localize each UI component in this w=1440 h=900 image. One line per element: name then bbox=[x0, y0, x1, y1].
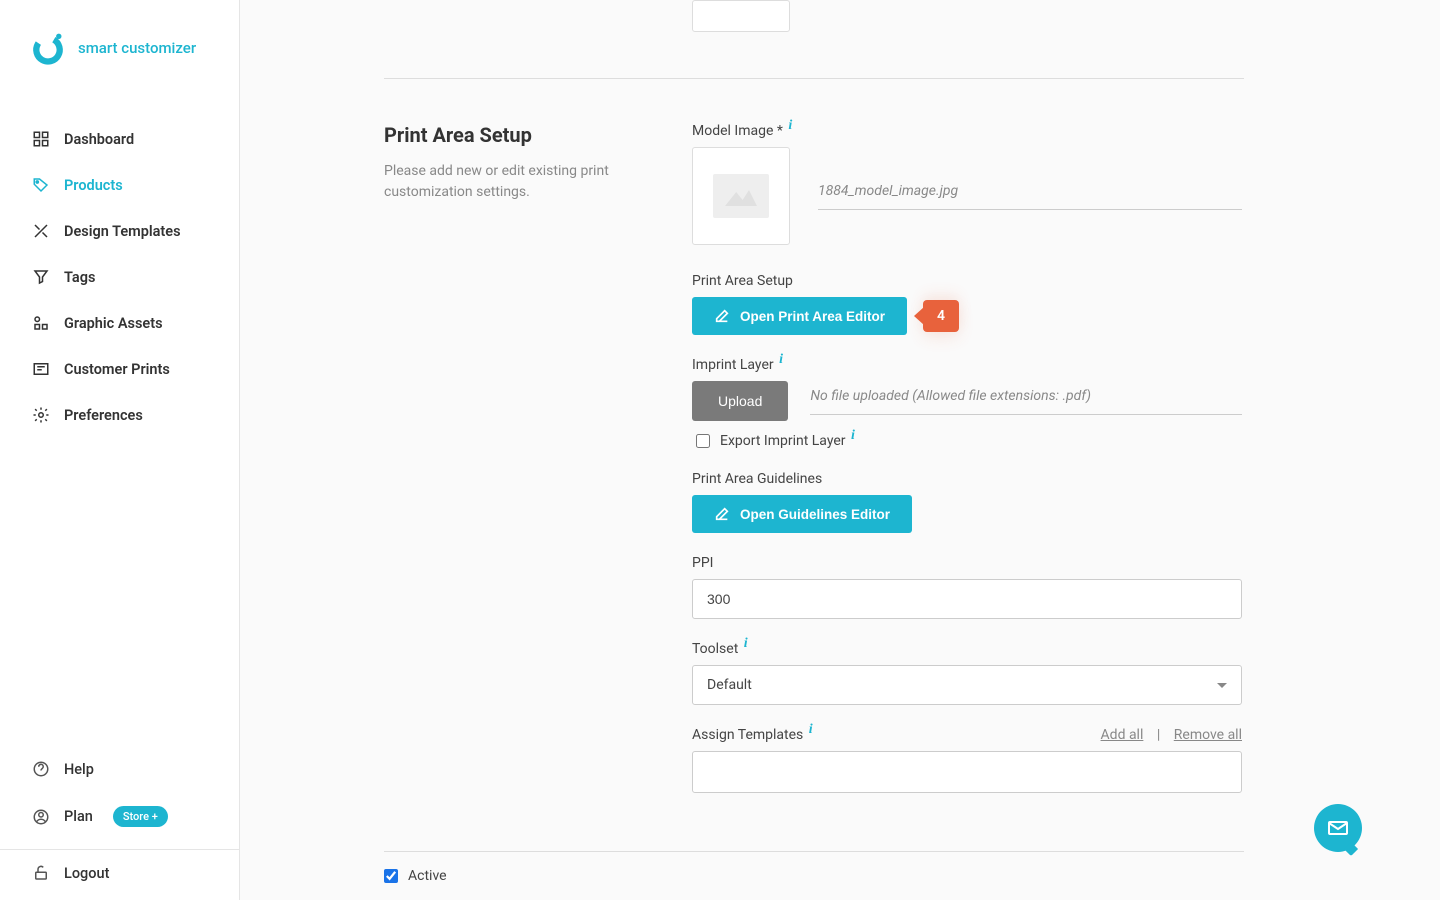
dashboard-icon bbox=[32, 130, 50, 148]
toolset-select[interactable]: Default bbox=[692, 665, 1242, 705]
info-icon[interactable]: i bbox=[779, 352, 783, 367]
imprint-layer-label: Imprint Layer i bbox=[692, 357, 1242, 373]
design-icon bbox=[32, 222, 50, 240]
sidebar-item-label: Help bbox=[64, 761, 94, 778]
main: Print Area Setup Please add new or edit … bbox=[240, 0, 1440, 900]
assign-templates-label: Assign Templates i bbox=[692, 727, 813, 743]
logo-area[interactable]: smart customizer bbox=[0, 0, 239, 96]
nav-main: Dashboard Products Design Templates Tags… bbox=[0, 96, 239, 746]
sidebar-item-customer-prints[interactable]: Customer Prints bbox=[0, 346, 239, 392]
funnel-icon bbox=[32, 268, 50, 286]
add-all-link[interactable]: Add all bbox=[1101, 727, 1144, 743]
ppi-input[interactable] bbox=[692, 579, 1242, 619]
open-guidelines-editor-button[interactable]: Open Guidelines Editor bbox=[692, 495, 912, 533]
sidebar-item-preferences[interactable]: Preferences bbox=[0, 392, 239, 438]
info-icon[interactable]: i bbox=[744, 636, 748, 651]
lock-icon bbox=[32, 864, 50, 882]
sidebar-item-label: Preferences bbox=[64, 407, 143, 424]
button-label: Open Guidelines Editor bbox=[740, 507, 890, 522]
model-image-filename: 1884_model_image.jpg bbox=[818, 183, 1242, 210]
chevron-down-icon bbox=[1217, 683, 1227, 688]
brand-logo-icon bbox=[30, 30, 66, 66]
button-label: Open Print Area Editor bbox=[740, 309, 885, 324]
export-imprint-checkbox[interactable] bbox=[696, 434, 710, 448]
info-icon[interactable]: i bbox=[809, 722, 813, 737]
sidebar-item-products[interactable]: Products bbox=[0, 162, 239, 208]
remove-all-link[interactable]: Remove all bbox=[1174, 727, 1242, 743]
info-icon[interactable]: i bbox=[851, 428, 855, 443]
templates-actions: Add all | Remove all bbox=[1101, 727, 1242, 743]
edit-icon bbox=[714, 308, 730, 324]
info-icon[interactable]: i bbox=[788, 118, 792, 133]
assign-templates-box[interactable] bbox=[692, 751, 1242, 793]
brand-name: smart customizer bbox=[78, 39, 196, 57]
plan-badge: Store + bbox=[113, 806, 168, 827]
model-image-label: Model Image * i bbox=[692, 123, 1242, 139]
ppi-label: PPI bbox=[692, 555, 1242, 571]
chat-support-button[interactable] bbox=[1314, 804, 1362, 852]
export-imprint-checkbox-row[interactable]: Export Imprint Layer i bbox=[696, 433, 1242, 449]
tag-icon bbox=[32, 176, 50, 194]
active-checkbox[interactable] bbox=[384, 869, 398, 883]
sidebar-item-label: Design Templates bbox=[64, 223, 181, 240]
sidebar-item-help[interactable]: Help bbox=[0, 746, 239, 792]
checkbox-label: Active bbox=[408, 868, 447, 884]
sidebar-item-design-templates[interactable]: Design Templates bbox=[0, 208, 239, 254]
sidebar-item-graphic-assets[interactable]: Graphic Assets bbox=[0, 300, 239, 346]
sidebar-item-tags[interactable]: Tags bbox=[0, 254, 239, 300]
select-value: Default bbox=[707, 677, 752, 693]
sidebar-item-label: Customer Prints bbox=[64, 361, 170, 378]
print-area-setup-label: Print Area Setup bbox=[692, 273, 1242, 289]
sidebar-item-label: Logout bbox=[64, 865, 109, 882]
step-callout-badge: 4 bbox=[923, 300, 959, 332]
edit-icon bbox=[714, 506, 730, 522]
user-icon bbox=[32, 808, 50, 826]
shapes-icon bbox=[32, 314, 50, 332]
sidebar-item-label: Graphic Assets bbox=[64, 315, 163, 332]
checkbox-label: Export Imprint Layer i bbox=[720, 433, 855, 449]
help-icon bbox=[32, 760, 50, 778]
sidebar: smart customizer Dashboard Products Desi… bbox=[0, 0, 240, 900]
model-image-thumbnail[interactable] bbox=[692, 147, 790, 245]
gear-icon bbox=[32, 406, 50, 424]
upload-button[interactable]: Upload bbox=[692, 381, 788, 421]
nav-bottom: Help Plan Store + Logout bbox=[0, 746, 239, 900]
sidebar-item-dashboard[interactable]: Dashboard bbox=[0, 116, 239, 162]
sidebar-item-label: Dashboard bbox=[64, 131, 134, 148]
guidelines-label: Print Area Guidelines bbox=[692, 471, 1242, 487]
prints-icon bbox=[32, 360, 50, 378]
mail-icon bbox=[1326, 816, 1350, 840]
section-divider bbox=[384, 78, 1244, 79]
open-print-area-editor-button[interactable]: Open Print Area Editor bbox=[692, 297, 907, 335]
sidebar-item-logout[interactable]: Logout bbox=[0, 850, 239, 896]
section-description: Please add new or edit existing print cu… bbox=[384, 161, 632, 203]
sidebar-item-label: Products bbox=[64, 177, 123, 194]
sidebar-item-label: Plan bbox=[64, 808, 93, 825]
active-checkbox-row[interactable]: Active bbox=[384, 851, 1244, 884]
toolset-label: Toolset i bbox=[692, 641, 1242, 657]
thumbnail-placeholder bbox=[692, 0, 790, 32]
section-title: Print Area Setup bbox=[384, 123, 632, 147]
sidebar-item-plan[interactable]: Plan Store + bbox=[0, 792, 239, 841]
upload-filename-hint: No file uploaded (Allowed file extension… bbox=[810, 388, 1242, 415]
button-label: Upload bbox=[718, 393, 762, 409]
sidebar-item-label: Tags bbox=[64, 269, 95, 286]
